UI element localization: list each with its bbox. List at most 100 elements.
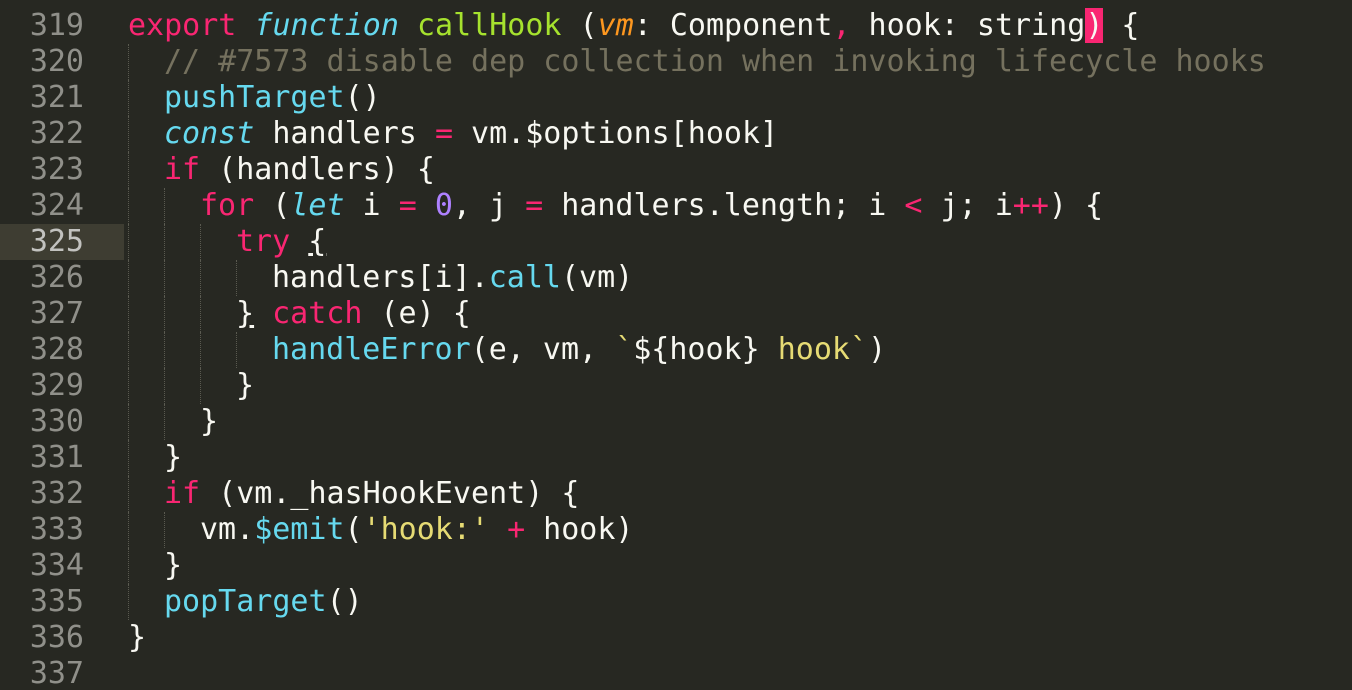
indent-guide	[128, 152, 129, 188]
code-line[interactable]: 333 vm.$emit('hook:' + hook)	[0, 512, 1352, 548]
code-token: (handlers) {	[200, 152, 435, 187]
line-code[interactable]: }	[236, 368, 254, 404]
line-code[interactable]: if (vm._hasHookEvent) {	[164, 476, 579, 512]
code-token: {	[1103, 8, 1140, 43]
indent-guide	[128, 368, 129, 404]
code-line[interactable]: 322 const handlers = vm.$options[hook]	[0, 116, 1352, 152]
indent-guide	[128, 116, 129, 152]
code-line[interactable]: 328 handleError(e, vm, `${hook} hook`)	[0, 332, 1352, 368]
line-code[interactable]: handlers[i].call(vm)	[272, 260, 633, 296]
code-line[interactable]: 320 // #7573 disable dep collection when …	[0, 44, 1352, 80]
indent-guide	[128, 440, 129, 476]
code-line[interactable]: 319 export function callHook (vm: Compone…	[0, 8, 1352, 44]
code-line[interactable]: 323 if (handlers) {	[0, 152, 1352, 188]
line-code[interactable]: }	[164, 548, 182, 584]
line-code[interactable]: }	[200, 404, 218, 440]
line-code[interactable]: if (handlers) {	[164, 152, 435, 188]
code-token: popTarget	[164, 584, 327, 619]
code-token: 0	[434, 188, 453, 223]
code-token: if	[164, 476, 201, 511]
code-token: pushTarget	[164, 80, 345, 115]
line-code[interactable]: }	[164, 440, 182, 476]
code-line[interactable]: 336}	[0, 620, 1352, 656]
code-token: vm	[597, 8, 634, 43]
line-code[interactable]: const handlers = vm.$options[hook]	[164, 116, 778, 152]
code-token: +	[507, 512, 526, 547]
line-number: 323	[29, 152, 84, 187]
code-token: =	[525, 188, 544, 223]
code-line[interactable]: 334}	[0, 548, 1352, 584]
line-number: 325	[29, 224, 84, 259]
indent-guide	[128, 188, 129, 224]
code-token: `	[615, 332, 634, 367]
indent-guide	[128, 584, 129, 620]
line-code[interactable]: try {	[236, 224, 326, 260]
code-token: i	[344, 188, 399, 223]
line-number: 326	[29, 260, 84, 295]
line-code[interactable]: vm.$emit('hook:' + hook)	[200, 512, 634, 548]
code-line[interactable]: 324 for (let i = 0, j = handlers.length; …	[0, 188, 1352, 224]
line-code[interactable]: popTarget()	[164, 584, 363, 620]
code-token: (vm)	[561, 260, 634, 295]
line-number: 335	[29, 584, 84, 619]
code-token: =	[434, 116, 453, 151]
code-token: hook: string	[850, 8, 1086, 43]
code-line[interactable]: 337	[0, 656, 1352, 690]
code-line[interactable]: 332 if (vm._hasHookEvent) {	[0, 476, 1352, 512]
line-code[interactable]: export function callHook (vm: Component,…	[128, 8, 1140, 44]
indent-guide	[200, 296, 201, 332]
code-token: (vm._hasHookEvent) {	[200, 476, 580, 511]
code-token: call	[488, 260, 561, 295]
line-code[interactable]: pushTarget()	[164, 80, 381, 116]
code-line[interactable]: 321 pushTarget()	[0, 80, 1352, 116]
line-number: 322	[29, 116, 84, 151]
indent-guide	[200, 332, 201, 368]
code-line[interactable]: 325 try {	[0, 224, 1352, 260]
code-token: )	[868, 332, 887, 367]
code-line[interactable]: 327 } catch (e) {	[0, 296, 1352, 332]
line-number: 327	[29, 296, 84, 331]
indent-guide	[164, 512, 165, 548]
code-token: vm.$options[hook]	[453, 116, 779, 151]
indent-guide	[236, 332, 237, 368]
code-lines[interactable]: 318319 export function callHook (vm: Comp…	[0, 0, 1352, 690]
indent-guide	[200, 224, 201, 260]
line-code[interactable]: // #7573 disable dep collection when inv…	[164, 44, 1266, 80]
code-line[interactable]: 331}	[0, 440, 1352, 476]
indent-guide	[128, 296, 129, 332]
line-number: 333	[29, 512, 84, 547]
code-line[interactable]: 335 popTarget()	[0, 584, 1352, 620]
line-code[interactable]: for (let i = 0, j = handlers.length; i <…	[200, 188, 1103, 224]
indent-guide	[128, 44, 129, 80]
line-code[interactable]: } catch (e) {	[236, 296, 471, 332]
code-token: handlers[i].	[272, 260, 489, 295]
code-token: }	[236, 368, 255, 403]
code-token: <	[904, 188, 923, 223]
code-token: callHook	[417, 8, 562, 43]
code-line[interactable]: 326 handlers[i].call(vm)	[0, 260, 1352, 296]
code-line[interactable]: 329}	[0, 368, 1352, 404]
code-token: =	[398, 188, 417, 223]
code-token: catch	[272, 296, 363, 331]
line-number: 321	[29, 80, 84, 115]
code-token: vm.	[200, 512, 255, 547]
code-token: }	[164, 440, 183, 475]
code-token: }	[200, 404, 219, 439]
code-line[interactable]: 318	[0, 0, 1352, 8]
line-number: 329	[29, 368, 84, 403]
code-token: , j	[452, 188, 526, 223]
code-editor[interactable]: 318319 export function callHook (vm: Comp…	[0, 0, 1352, 690]
line-code[interactable]: handleError(e, vm, `${hook} hook`)	[272, 332, 886, 368]
indent-guide	[164, 260, 165, 296]
code-token: )	[1085, 8, 1104, 43]
indent-guide	[128, 548, 129, 584]
code-line[interactable]: 330}	[0, 404, 1352, 440]
line-number: 319	[29, 8, 84, 43]
line-code[interactable]: }	[128, 620, 146, 656]
line-number: 328	[29, 332, 84, 367]
line-number: 332	[29, 476, 84, 511]
